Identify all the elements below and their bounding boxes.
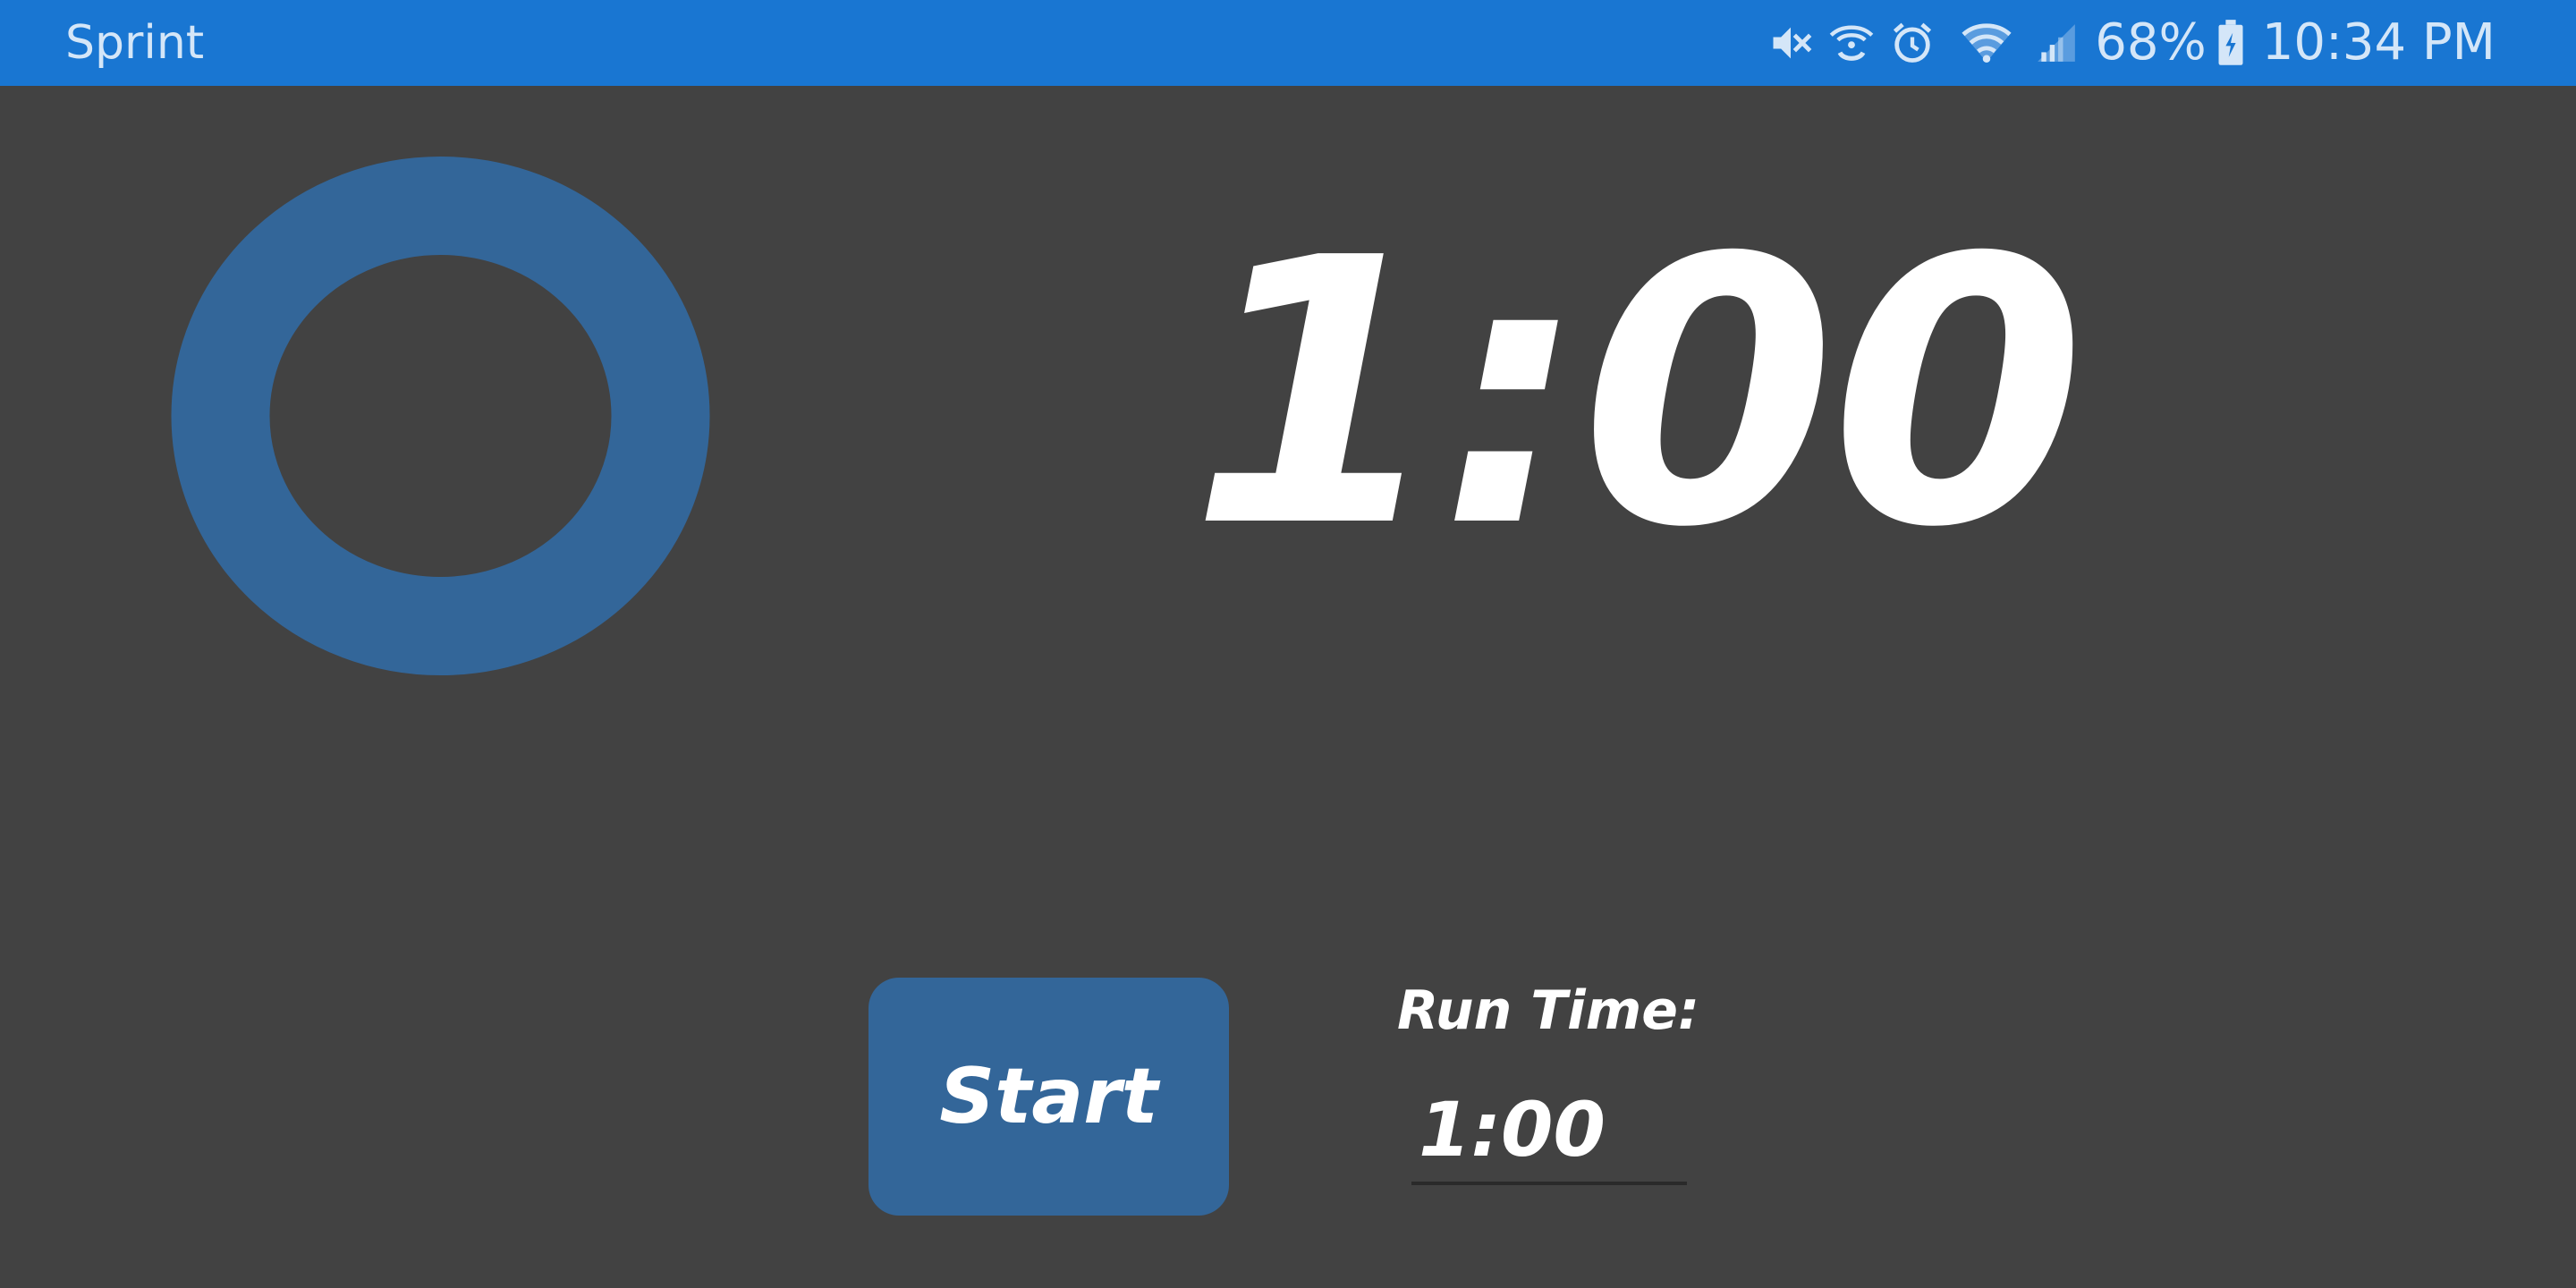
run-time-label: Run Time: [1397, 979, 1699, 1042]
start-button[interactable]: Start [869, 978, 1229, 1216]
ring-track [171, 157, 710, 675]
carrier-name: Sprint [65, 16, 205, 70]
status-bar: Sprint 68% 10:34 PM [0, 0, 2576, 86]
progress-ring [171, 157, 710, 675]
status-icons: 68% 10:34 PM [1753, 11, 2496, 75]
screen: Sprint 68% 10:34 PM 1:00 Start Run Time:… [0, 0, 2576, 1288]
run-time-field[interactable] [1411, 1078, 1687, 1185]
clock: 10:34 PM [2261, 13, 2496, 72]
battery-charging-icon [2216, 19, 2246, 67]
wifi-icon [1961, 20, 2012, 66]
signal-icon [2034, 21, 2079, 65]
timer-display: 1:00 [1190, 180, 2086, 607]
wifi-calling-icon [1828, 20, 1875, 66]
mute-icon [1767, 20, 1814, 66]
alarm-icon [1889, 20, 1936, 66]
battery-percent: 68% [2095, 13, 2207, 72]
